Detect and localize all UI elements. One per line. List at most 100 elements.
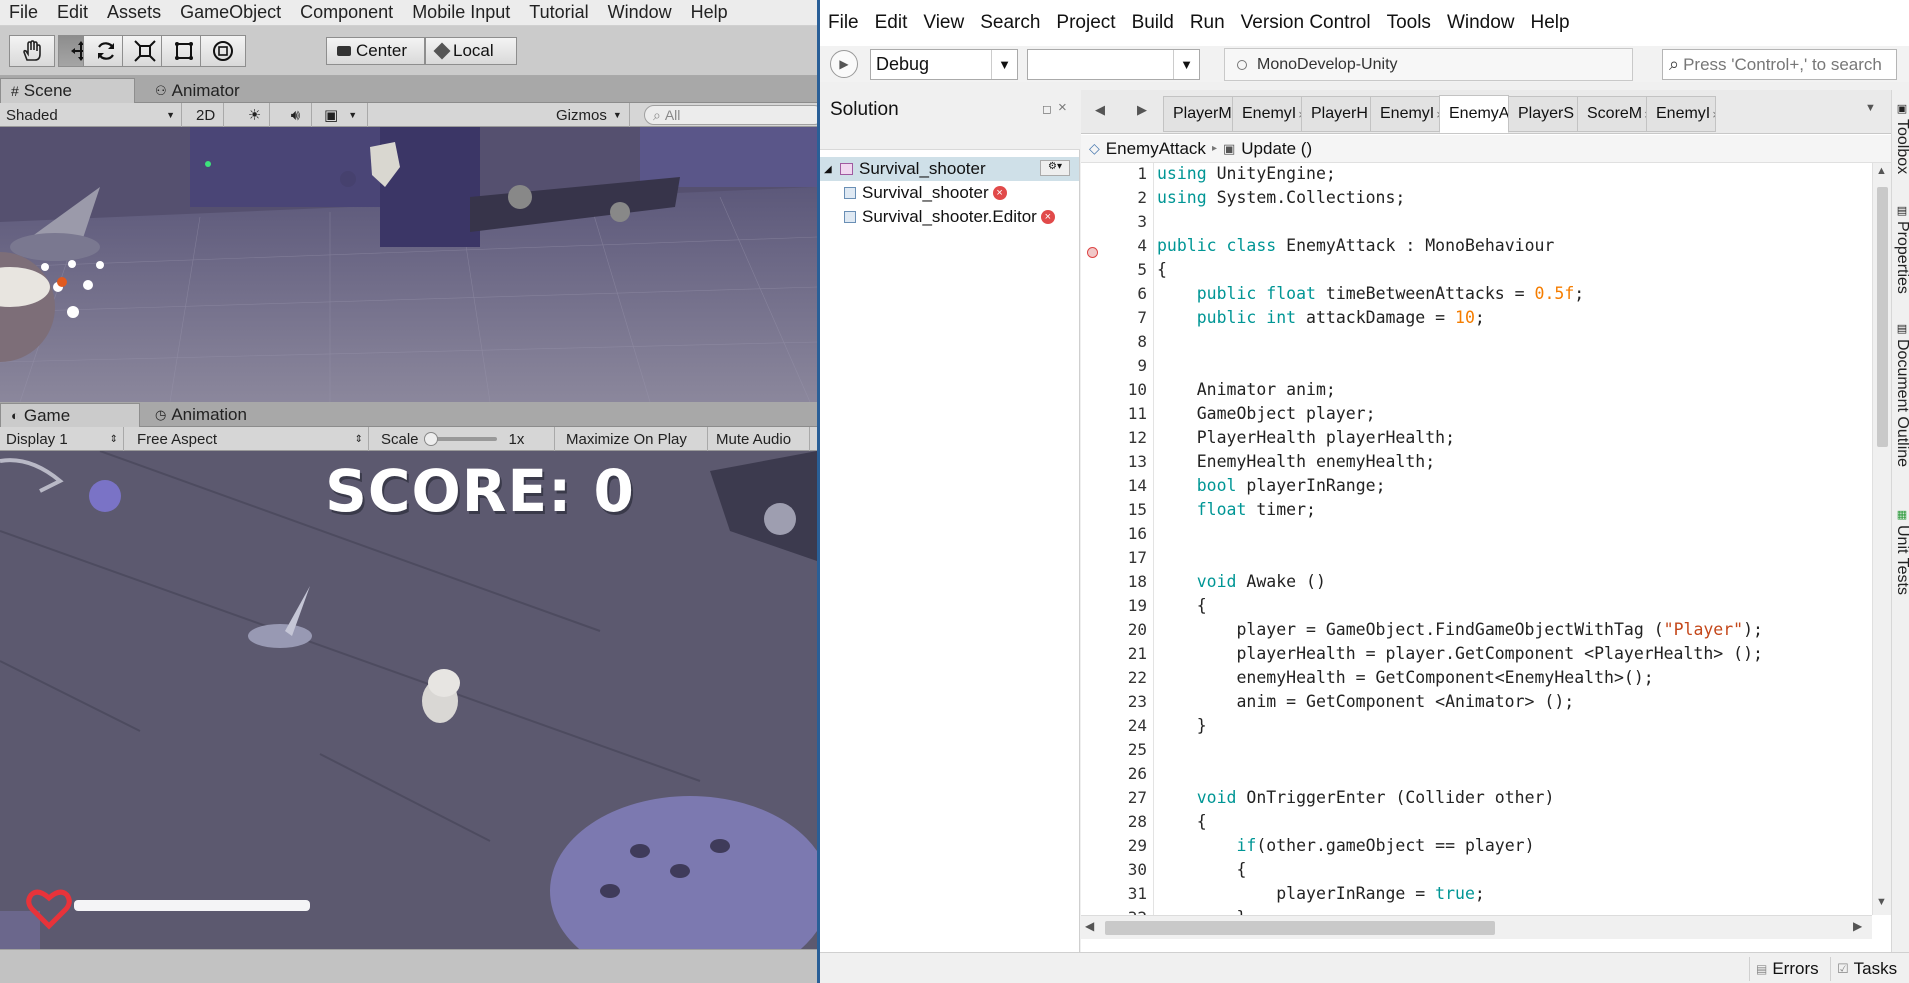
pivot-center-button[interactable]: Center [326, 37, 425, 65]
scene-search-input[interactable]: ⌕ All [644, 105, 817, 125]
aspect-dropdown[interactable]: Free Aspect ⇕ [131, 427, 369, 451]
tab-game[interactable]: ◐ Game [0, 403, 140, 427]
unity-menu-mobile-input[interactable]: Mobile Input [403, 2, 520, 23]
unity-menu-edit[interactable]: Edit [48, 2, 98, 23]
project-item-survival-shooter[interactable]: Survival_shooter × [820, 181, 1007, 205]
project-item-survival-shooter-editor[interactable]: Survival_shooter.Editor × [820, 205, 1055, 229]
line-number: 31 [1127, 884, 1147, 903]
unity-menu-window[interactable]: Window [599, 2, 682, 23]
scene-effects-dropdown[interactable]: ▣ ▼ [318, 103, 368, 127]
code-token: float [1196, 500, 1247, 519]
csharp-project-icon [844, 187, 856, 199]
line-number: 16 [1127, 524, 1147, 543]
maximize-on-play-toggle[interactable]: Maximize On Play [560, 427, 708, 451]
md-menu-build[interactable]: Build [1124, 12, 1182, 34]
close-icon[interactable]: × [1058, 99, 1067, 116]
close-tab-icon[interactable]: × [1712, 107, 1715, 122]
line-number: 29 [1127, 836, 1147, 855]
unity-menu-assets[interactable]: Assets [98, 2, 171, 23]
code-editor[interactable]: 1 2 3 4 5 6 7 8 9 10 11 12 13 14 15 16 17 18 19 20 21 22 23 24 2… [1081, 163, 1891, 915]
game-view-viewport[interactable]: SCORE: 0 [0, 451, 817, 949]
pad-toolbox[interactable]: ▣ Toolbox [1893, 102, 1909, 174]
unity-menu-tutorial[interactable]: Tutorial [520, 2, 598, 23]
unity-menu-help[interactable]: Help [682, 2, 738, 23]
scale-slider[interactable] [423, 432, 497, 446]
updown-arrow-icon: ⇕ [354, 433, 363, 445]
document-tab[interactable]: PlayerH× [1301, 96, 1371, 132]
hand-tool-button[interactable] [9, 35, 55, 67]
code-token: EnemyAttack : MonoBehaviour [1276, 236, 1555, 255]
pivot-local-button[interactable]: Local [425, 37, 517, 65]
pad-document-outline[interactable]: ▤ Document Outline [1893, 322, 1909, 467]
md-menu-help[interactable]: Help [1523, 12, 1578, 34]
tab-scene[interactable]: # Scene [0, 78, 135, 103]
target-select[interactable]: ▼ [1027, 49, 1200, 80]
scroll-left-icon[interactable]: ◀ [1085, 919, 1094, 933]
unity-menu-component[interactable]: Component [291, 2, 403, 23]
document-tab[interactable]: EnemyI× [1370, 96, 1440, 132]
gizmos-label: Gizmos [556, 106, 607, 124]
tab-animator[interactable]: ⚇ Animator [145, 78, 250, 103]
md-menu-project[interactable]: Project [1048, 12, 1123, 34]
md-menu-run[interactable]: Run [1182, 12, 1233, 34]
pad-dock-icon[interactable]: ◻ [1042, 102, 1052, 116]
vertical-scroll-thumb[interactable] [1877, 187, 1888, 447]
vertical-scrollbar[interactable]: ▲ ▼ [1872, 163, 1891, 915]
scene-audio-toggle[interactable]: 🔊︎ [280, 103, 312, 127]
code-token: void [1196, 788, 1237, 807]
solution-options-button[interactable]: ⚙▾ [1040, 160, 1070, 176]
tabs-scroll-right-icon[interactable]: ▶ [1137, 102, 1147, 118]
errors-pad-button[interactable]: ▤ Errors [1749, 957, 1825, 981]
tabs-overflow-icon[interactable]: ▼ [1865, 102, 1876, 114]
gizmos-dropdown[interactable]: Gizmos ▼ [550, 103, 630, 127]
scroll-right-icon[interactable]: ▶ [1853, 919, 1862, 933]
configuration-select[interactable]: Debug ▼ [870, 49, 1018, 80]
document-tab[interactable]: PlayerM× [1163, 96, 1233, 132]
md-menu-tools[interactable]: Tools [1379, 12, 1439, 34]
md-menu-file[interactable]: File [820, 12, 867, 34]
line-number: 9 [1137, 356, 1147, 375]
scene-lighting-toggle[interactable]: ☀ [240, 103, 270, 127]
global-search-input[interactable]: ⌕ Press 'Control+,' to search [1662, 49, 1897, 80]
pad-unit-tests[interactable]: ▦ Unit Tests [1893, 508, 1909, 595]
shading-mode-dropdown[interactable]: Shaded ▼ [0, 103, 182, 127]
line-number: 7 [1137, 308, 1147, 327]
document-tab[interactable]: ScoreM× [1577, 96, 1647, 132]
line-number: 14 [1127, 476, 1147, 495]
md-menu-view[interactable]: View [915, 12, 972, 34]
horizontal-scroll-thumb[interactable] [1105, 921, 1495, 935]
document-tab[interactable]: PlayerS× [1508, 96, 1578, 132]
md-menu-edit[interactable]: Edit [867, 12, 916, 34]
tabs-scroll-left-icon[interactable]: ◀ [1095, 102, 1105, 118]
solution-root-item[interactable]: ◢ Survival_shooter ⚙▾ [820, 157, 1079, 181]
scroll-down-icon[interactable]: ▼ [1876, 896, 1887, 908]
breakpoint-marker-icon[interactable] [1087, 247, 1098, 258]
expand-arrow-icon[interactable]: ◢ [824, 164, 836, 175]
transform-tool-button[interactable] [200, 35, 246, 67]
mute-audio-toggle[interactable]: Mute Audio [710, 427, 810, 451]
run-button[interactable]: ▶ [830, 50, 858, 78]
tab-animator-label: Animator [171, 80, 240, 100]
md-menu-version-control[interactable]: Version Control [1233, 12, 1379, 34]
mode-2d-toggle[interactable]: 2D [190, 103, 224, 127]
unity-menu-gameobject[interactable]: GameObject [171, 2, 291, 23]
document-tab[interactable]: EnemyI× [1232, 96, 1302, 132]
pad-properties[interactable]: ▤ Properties [1893, 204, 1909, 294]
document-tab[interactable]: EnemyI× [1646, 96, 1716, 132]
code-token: ; [1574, 284, 1585, 303]
horizontal-scrollbar[interactable]: ◀ ▶ [1081, 915, 1872, 939]
tasks-pad-button[interactable]: ☑ Tasks [1830, 957, 1903, 981]
breadcrumb-method[interactable]: Update () [1241, 139, 1312, 159]
md-menu-search[interactable]: Search [972, 12, 1048, 34]
document-tab[interactable]: EnemyA× [1439, 95, 1509, 133]
breadcrumb-class[interactable]: EnemyAttack [1106, 139, 1206, 159]
document-tab-label: EnemyI [1380, 105, 1435, 122]
md-menu-window[interactable]: Window [1439, 12, 1523, 34]
unity-menu-file[interactable]: File [0, 2, 48, 23]
scale-slider-thumb[interactable] [423, 432, 438, 446]
display-dropdown[interactable]: Display 1 ⇕ [0, 427, 124, 451]
tab-animation[interactable]: ◷ Animation [145, 403, 257, 427]
scroll-up-icon[interactable]: ▲ [1876, 165, 1887, 177]
scene-view-viewport[interactable] [0, 127, 817, 402]
